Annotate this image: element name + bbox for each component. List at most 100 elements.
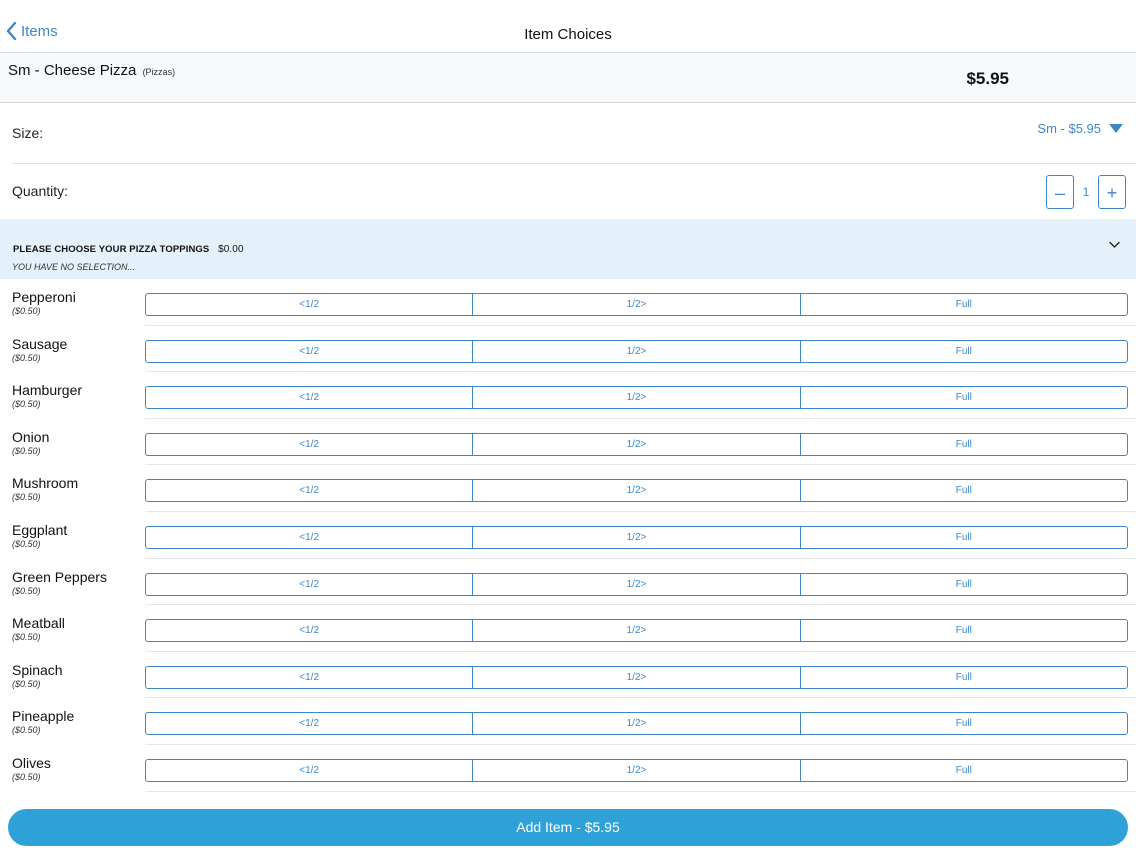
topping-name: Eggplant bbox=[12, 522, 68, 538]
topping-row: Onion ($0.50) <1/2 1/2> Full bbox=[0, 419, 1136, 466]
topping-row: Spinach ($0.50) <1/2 1/2> Full bbox=[0, 652, 1136, 699]
size-selected: Sm - $5.95 bbox=[1037, 121, 1101, 136]
size-dropdown[interactable]: Sm - $5.95 bbox=[1037, 121, 1123, 136]
chevron-down-icon[interactable] bbox=[1109, 241, 1120, 249]
topping-row: Meatball ($0.50) <1/2 1/2> Full bbox=[0, 605, 1136, 652]
topping-row: Pineapple ($0.50) <1/2 1/2> Full bbox=[0, 698, 1136, 745]
nav-bar: Items Item Choices bbox=[0, 0, 1136, 53]
full-option[interactable]: Full bbox=[799, 527, 1127, 548]
add-item-button[interactable]: Add Item - $5.95 bbox=[8, 809, 1128, 846]
full-option[interactable]: Full bbox=[799, 666, 1127, 688]
topping-portion-selector: <1/2 1/2> Full bbox=[145, 572, 1128, 596]
topping-price: ($0.50) bbox=[12, 585, 41, 596]
left-half-option[interactable]: <1/2 bbox=[146, 713, 472, 734]
topping-price: ($0.50) bbox=[12, 399, 41, 410]
topping-price: ($0.50) bbox=[12, 539, 41, 549]
topping-portion-selector: <1/2 1/2> Full bbox=[145, 479, 1128, 503]
left-half-option[interactable]: <1/2 bbox=[146, 480, 472, 501]
topping-name: Hamburger bbox=[12, 382, 83, 399]
full-option[interactable]: Full bbox=[799, 294, 1127, 315]
right-half-option[interactable]: 1/2> bbox=[472, 760, 799, 781]
full-option[interactable]: Full bbox=[799, 387, 1127, 409]
topping-row: Eggplant ($0.50) <1/2 1/2> Full bbox=[0, 512, 1136, 559]
left-half-option[interactable]: <1/2 bbox=[146, 341, 472, 362]
full-option[interactable]: Full bbox=[799, 620, 1127, 642]
topping-name: Mushroom bbox=[12, 475, 79, 492]
section-price: $0.00 bbox=[218, 244, 244, 255]
topping-name: Pineapple bbox=[12, 708, 75, 725]
right-half-option[interactable]: 1/2> bbox=[472, 620, 799, 642]
item-name-line: Sm - Cheese Pizza (Pizzas) bbox=[8, 62, 175, 79]
item-name: Sm - Cheese Pizza bbox=[8, 62, 137, 79]
topping-name: Olives bbox=[12, 755, 51, 771]
right-half-option[interactable]: 1/2> bbox=[472, 573, 799, 595]
left-half-option[interactable]: <1/2 bbox=[146, 527, 472, 548]
left-half-option[interactable]: <1/2 bbox=[146, 574, 472, 595]
topping-name: Onion bbox=[12, 428, 50, 445]
toppings-section-header[interactable]: PLEASE CHOOSE YOUR PIZZA TOPPINGS $0.00 … bbox=[0, 219, 1136, 279]
topping-portion-selector: <1/2 1/2> Full bbox=[145, 665, 1128, 689]
topping-row: Mushroom ($0.50) <1/2 1/2> Full bbox=[0, 465, 1136, 512]
topping-price: ($0.50) bbox=[12, 678, 41, 689]
size-row: Size: Sm - $5.95 bbox=[0, 103, 1136, 164]
topping-name: Meatball bbox=[12, 615, 65, 632]
quantity-increase-button[interactable]: + bbox=[1098, 175, 1126, 209]
left-half-option[interactable]: <1/2 bbox=[146, 294, 472, 315]
topping-row: Olives ($0.50) <1/2 1/2> Full bbox=[0, 745, 1136, 792]
topping-price: ($0.50) bbox=[12, 445, 41, 456]
topping-name: Sausage bbox=[12, 335, 68, 352]
topping-price: ($0.50) bbox=[12, 772, 41, 782]
topping-portion-selector: <1/2 1/2> Full bbox=[145, 432, 1128, 456]
right-half-option[interactable]: 1/2> bbox=[472, 387, 799, 409]
full-option[interactable]: Full bbox=[799, 573, 1127, 595]
topping-portion-selector: <1/2 1/2> Full bbox=[145, 339, 1128, 363]
full-option[interactable]: Full bbox=[799, 433, 1127, 455]
right-half-option[interactable]: 1/2> bbox=[472, 480, 799, 502]
section-subtitle: YOU HAVE NO SELECTION... bbox=[12, 262, 136, 272]
right-half-option[interactable]: 1/2> bbox=[472, 294, 799, 315]
right-half-option[interactable]: 1/2> bbox=[472, 666, 799, 688]
full-option[interactable]: Full bbox=[799, 480, 1127, 502]
full-option[interactable]: Full bbox=[799, 340, 1127, 362]
topping-row: Pepperoni ($0.50) <1/2 1/2> Full bbox=[0, 279, 1136, 326]
item-header: Sm - Cheese Pizza (Pizzas) $5.95 bbox=[0, 53, 1136, 103]
topping-row: Green Peppers ($0.50) <1/2 1/2> Full bbox=[0, 559, 1136, 606]
right-half-option[interactable]: 1/2> bbox=[472, 713, 799, 735]
topping-portion-selector: <1/2 1/2> Full bbox=[145, 293, 1128, 316]
left-half-option[interactable]: <1/2 bbox=[146, 667, 472, 688]
right-half-option[interactable]: 1/2> bbox=[472, 527, 799, 548]
full-option[interactable]: Full bbox=[799, 760, 1127, 781]
right-half-option[interactable]: 1/2> bbox=[472, 340, 799, 362]
quantity-row: Quantity: – 1 + bbox=[0, 164, 1136, 219]
quantity-decrease-button[interactable]: – bbox=[1046, 175, 1074, 209]
divider bbox=[145, 790, 1136, 792]
item-price: $5.95 bbox=[966, 69, 1009, 88]
topping-price: ($0.50) bbox=[12, 492, 41, 503]
quantity-value: 1 bbox=[1082, 185, 1090, 199]
topping-row: Sausage ($0.50) <1/2 1/2> Full bbox=[0, 326, 1136, 373]
full-option[interactable]: Full bbox=[799, 713, 1127, 735]
left-half-option[interactable]: <1/2 bbox=[146, 760, 472, 781]
topping-portion-selector: <1/2 1/2> Full bbox=[145, 712, 1128, 736]
topping-name: Spinach bbox=[12, 661, 63, 678]
section-title-line: PLEASE CHOOSE YOUR PIZZA TOPPINGS $0.00 bbox=[13, 244, 244, 255]
topping-portion-selector: <1/2 1/2> Full bbox=[145, 526, 1128, 549]
topping-name: Green Peppers bbox=[12, 568, 107, 585]
left-half-option[interactable]: <1/2 bbox=[146, 620, 472, 641]
left-half-option[interactable]: <1/2 bbox=[146, 387, 472, 408]
section-title: PLEASE CHOOSE YOUR PIZZA TOPPINGS bbox=[13, 244, 210, 255]
topping-row: Hamburger ($0.50) <1/2 1/2> Full bbox=[0, 372, 1136, 419]
topping-portion-selector: <1/2 1/2> Full bbox=[145, 619, 1128, 643]
topping-price: ($0.50) bbox=[12, 352, 41, 363]
topping-name: Pepperoni bbox=[12, 289, 76, 305]
topping-portion-selector: <1/2 1/2> Full bbox=[145, 386, 1128, 410]
right-half-option[interactable]: 1/2> bbox=[472, 433, 799, 455]
size-label: Size: bbox=[12, 125, 44, 141]
left-half-option[interactable]: <1/2 bbox=[146, 434, 472, 455]
topping-price: ($0.50) bbox=[12, 306, 41, 316]
topping-price: ($0.50) bbox=[12, 725, 41, 736]
quantity-label: Quantity: bbox=[12, 183, 69, 199]
topping-price: ($0.50) bbox=[12, 632, 41, 643]
item-category: (Pizzas) bbox=[142, 67, 176, 77]
topping-portion-selector: <1/2 1/2> Full bbox=[145, 759, 1128, 782]
